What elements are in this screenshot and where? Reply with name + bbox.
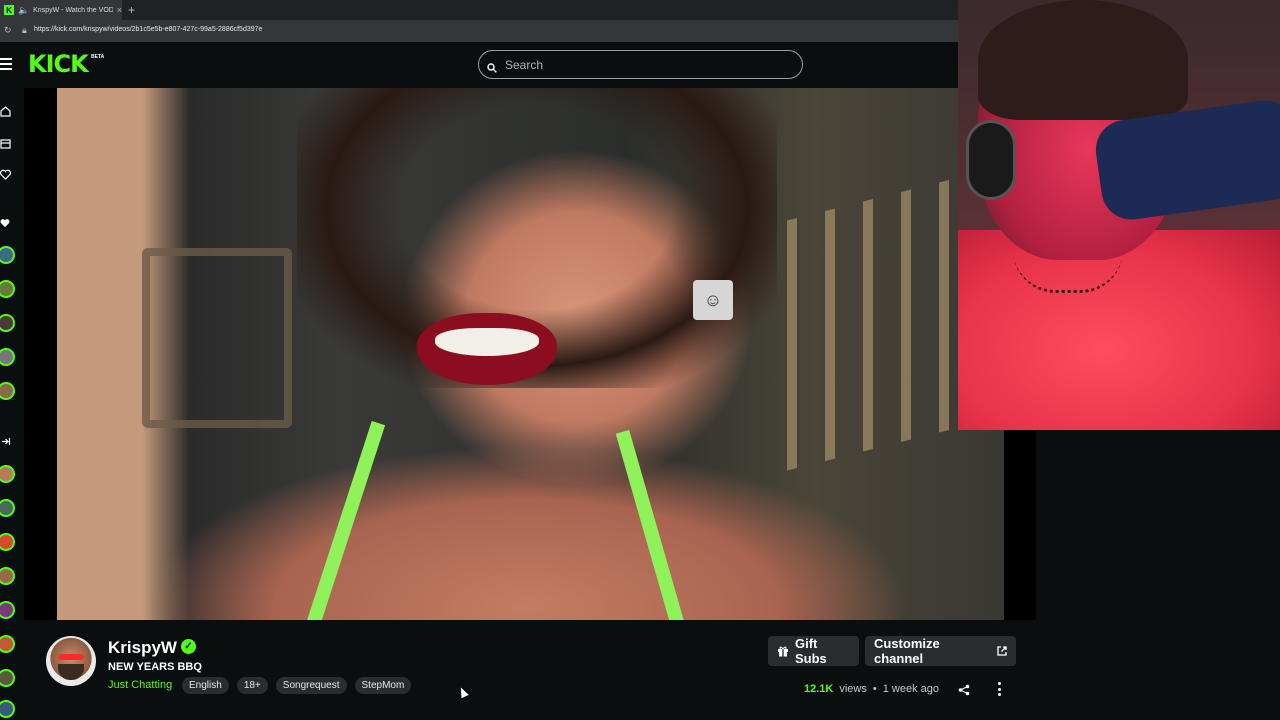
video-frame[interactable]: ☺ bbox=[57, 88, 1004, 620]
avatar-beard bbox=[58, 664, 84, 680]
facecam-hair bbox=[978, 0, 1188, 120]
verified-icon: ✓ bbox=[181, 639, 196, 654]
lock-icon[interactable]: 🔒︎ bbox=[22, 25, 27, 36]
tab-title: KrispyW - Watch the VOD on bbox=[33, 6, 113, 14]
share-icon[interactable] bbox=[958, 683, 972, 697]
stats-separator: • bbox=[872, 683, 877, 695]
new-tab-icon[interactable]: + bbox=[128, 3, 135, 17]
heart-icon bbox=[0, 218, 12, 230]
tag-chip[interactable]: StepMom bbox=[354, 677, 412, 694]
green-strap bbox=[306, 420, 386, 620]
background-chair bbox=[142, 248, 292, 428]
gift-subs-button[interactable]: Gift Subs bbox=[768, 636, 859, 666]
hamburger-icon[interactable] bbox=[0, 58, 12, 70]
followed-channel-avatar[interactable] bbox=[0, 382, 15, 400]
site-header: KICK BETA bbox=[0, 42, 958, 88]
channel-avatar[interactable] bbox=[46, 636, 96, 686]
search-input[interactable] bbox=[503, 56, 787, 73]
gift-icon bbox=[777, 645, 789, 657]
followed-channel-avatar[interactable] bbox=[0, 280, 15, 298]
gift-subs-label: Gift Subs bbox=[795, 636, 827, 666]
url-text[interactable]: https://kick.com/krispyw/videos/2b1c5e5b… bbox=[34, 26, 262, 33]
recommended-channel-avatar[interactable] bbox=[0, 499, 15, 517]
avatar-glasses bbox=[58, 654, 84, 660]
following-icon[interactable] bbox=[0, 169, 12, 181]
search-box[interactable] bbox=[478, 50, 803, 79]
video-player[interactable]: ☺ bbox=[24, 88, 1036, 620]
tag-chip[interactable]: English bbox=[182, 677, 229, 694]
close-tab-icon[interactable]: × bbox=[117, 5, 122, 15]
green-strap bbox=[615, 429, 685, 620]
facecam-overlay bbox=[958, 0, 1280, 430]
browser-tab[interactable]: K 🔈 KrispyW - Watch the VOD on × bbox=[0, 0, 122, 20]
followed-channel-avatar[interactable] bbox=[0, 314, 15, 332]
channel-name[interactable]: KrispyW bbox=[108, 638, 177, 658]
reload-icon[interactable]: ↻ bbox=[4, 25, 12, 36]
search-icon bbox=[487, 60, 497, 73]
posted-time: 1 week ago bbox=[882, 683, 939, 695]
views-label: views bbox=[839, 683, 867, 695]
more-vertical-icon[interactable] bbox=[996, 682, 1002, 696]
followed-channel-avatar[interactable] bbox=[0, 348, 15, 366]
recommended-channel-avatar[interactable] bbox=[0, 635, 15, 653]
tag-chip[interactable]: 18+ bbox=[236, 677, 268, 694]
tag-list: English 18+ Songrequest StepMom bbox=[182, 677, 412, 694]
address-bar[interactable]: ↻ 🔒︎ https://kick.com/krispyw/videos/2b1… bbox=[0, 20, 958, 42]
followed-channel-avatar[interactable] bbox=[0, 246, 15, 264]
background-railing bbox=[787, 175, 967, 471]
expand-sidebar-icon[interactable] bbox=[0, 436, 12, 448]
customize-channel-label: Customize channel bbox=[874, 636, 940, 666]
view-count: 12.1K bbox=[804, 683, 834, 695]
headset-icon bbox=[966, 120, 1016, 200]
recommended-channel-avatar[interactable] bbox=[0, 533, 15, 551]
external-link-icon bbox=[997, 644, 1007, 659]
home-icon[interactable] bbox=[0, 106, 12, 118]
browser-tab-bar: K 🔈 KrispyW - Watch the VOD on × + bbox=[0, 0, 958, 20]
tag-chip[interactable]: Songrequest bbox=[275, 677, 347, 694]
beta-badge: BETA bbox=[91, 54, 105, 60]
channel-info-panel: KrispyW ✓ NEW YEARS BBQ Just Chatting En… bbox=[24, 620, 1036, 720]
streamer-teeth bbox=[435, 328, 539, 356]
stream-title: NEW YEARS BBQ bbox=[108, 661, 202, 673]
customize-channel-button[interactable]: Customize channel bbox=[865, 636, 1016, 666]
sticker-overlay-icon: ☺ bbox=[693, 280, 733, 320]
kick-favicon-icon: K bbox=[4, 5, 14, 15]
recommended-channel-avatar[interactable] bbox=[0, 601, 15, 619]
video-stats: 12.1K views • 1 week ago bbox=[804, 683, 939, 695]
kick-logo[interactable]: KICK bbox=[28, 50, 89, 78]
left-sidebar bbox=[0, 88, 24, 720]
speaker-icon[interactable]: 🔈 bbox=[18, 5, 29, 16]
recommended-channel-avatar[interactable] bbox=[0, 465, 15, 483]
recommended-channel-avatar[interactable] bbox=[0, 567, 15, 585]
browse-icon[interactable] bbox=[0, 138, 12, 150]
recommended-channel-avatar[interactable] bbox=[0, 669, 15, 687]
recommended-channel-avatar[interactable] bbox=[0, 700, 15, 718]
category-link[interactable]: Just Chatting bbox=[108, 679, 172, 691]
